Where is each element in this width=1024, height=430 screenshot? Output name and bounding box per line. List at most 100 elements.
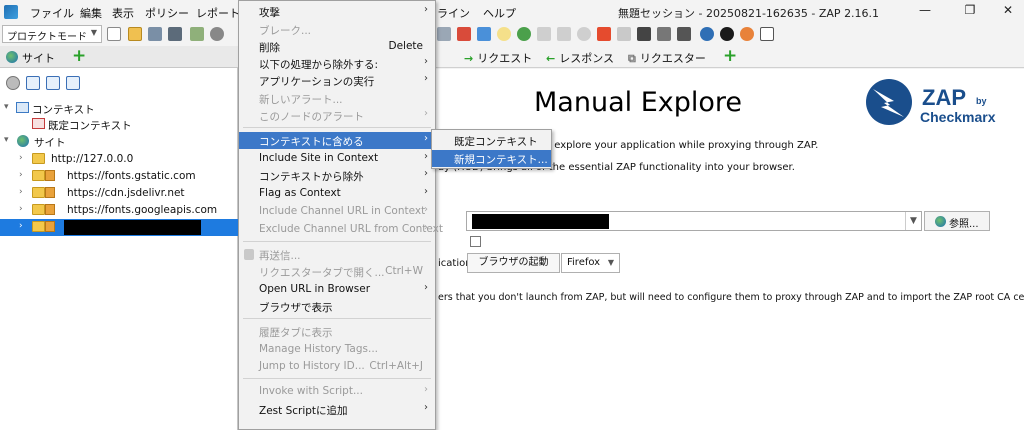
- menu-item-flag-as-context[interactable]: Flag as Context ›: [239, 185, 435, 202]
- grid-icon[interactable]: [637, 27, 651, 41]
- submenu-item-new-context[interactable]: 新規コンテキスト...: [432, 150, 551, 167]
- flag-icon: [45, 221, 55, 232]
- menu-item-show-in-browser[interactable]: ブラウザで表示: [239, 298, 435, 315]
- save-session-icon[interactable]: [148, 27, 162, 41]
- menu-policy[interactable]: ポリシー: [145, 5, 189, 21]
- monitor-icon[interactable]: [657, 27, 671, 41]
- chevron-down-icon[interactable]: ▾: [4, 135, 9, 145]
- tree-node-sites[interactable]: ▾ サイト: [0, 133, 238, 150]
- menu-online[interactable]: ライン: [437, 5, 470, 21]
- logo-zap-text: ZAP: [922, 85, 966, 110]
- options-gear-icon[interactable]: [210, 27, 224, 41]
- chevron-right-icon[interactable]: ›: [19, 221, 23, 231]
- redacted-site-label: [64, 220, 201, 235]
- tree-node-site[interactable]: › https://cdn.jsdelivr.net: [0, 185, 238, 202]
- menu-item-include-in-context[interactable]: コンテキストに含める ›: [239, 132, 435, 149]
- minimize-button[interactable]: —: [910, 3, 940, 21]
- snapshot-icon[interactable]: [168, 27, 182, 41]
- chevron-right-icon[interactable]: ›: [19, 204, 23, 214]
- bulb-icon[interactable]: [497, 27, 511, 41]
- tree-node-site[interactable]: › http://127.0.0.0: [0, 151, 238, 168]
- enable-hud-checkbox[interactable]: [470, 236, 481, 247]
- break-all-icon[interactable]: [517, 27, 531, 41]
- menu-item-exclude-from[interactable]: 以下の処理から除外する: ›: [239, 55, 435, 72]
- chart-icon[interactable]: [457, 27, 471, 41]
- chevron-right-icon[interactable]: ›: [19, 187, 23, 197]
- chevron-down-icon[interactable]: ▾: [4, 102, 9, 112]
- chevron-right-icon[interactable]: ›: [19, 170, 23, 180]
- plus-icon[interactable]: +: [723, 46, 737, 66]
- menu-item-jump-to-history: Jump to History ID... Ctrl+Alt+J: [239, 358, 435, 375]
- firefox-icon[interactable]: [740, 27, 754, 41]
- scan-icon[interactable]: [617, 27, 631, 41]
- menu-item-shortcut: Ctrl+Alt+J: [369, 360, 423, 372]
- mode-select[interactable]: プロテクトモード ▼: [2, 25, 102, 43]
- tree-node-default-context[interactable]: 既定コンテキスト: [0, 116, 238, 133]
- browse-button[interactable]: 参照...: [924, 211, 990, 231]
- menu-item-shortcut: Ctrl+W: [385, 265, 423, 277]
- tab-sites[interactable]: サイト +: [0, 46, 238, 68]
- launch-browser-button[interactable]: ブラウザの起動: [467, 253, 560, 273]
- marketplace-icon[interactable]: [760, 27, 774, 41]
- tab-requester[interactable]: ⧉ リクエスター: [628, 50, 706, 66]
- plus-icon[interactable]: +: [72, 46, 86, 66]
- new-session-icon[interactable]: [107, 27, 121, 41]
- tool-icon[interactable]: [477, 27, 491, 41]
- flag-icon: [45, 170, 55, 181]
- tree-node-site-selected[interactable]: ›: [0, 219, 238, 236]
- stop-icon[interactable]: [597, 27, 611, 41]
- menu-item-label: Zest Scriptに追加: [259, 405, 348, 417]
- restore-button[interactable]: ❐: [955, 3, 985, 21]
- menu-edit[interactable]: 編集: [80, 5, 102, 21]
- menu-item-attack[interactable]: 攻撃 ›: [239, 3, 435, 20]
- proxy-note: ers that you don't launch from ZAP, but …: [438, 292, 1024, 303]
- layout-icon[interactable]: [437, 27, 451, 41]
- session-properties-icon[interactable]: [190, 27, 204, 41]
- context-icon: [16, 102, 29, 113]
- submenu-item-default-context[interactable]: 既定コンテキスト: [432, 132, 551, 149]
- tree-node-site[interactable]: › https://fonts.googleapis.com: [0, 202, 238, 219]
- menu-item-add-to-zest-script[interactable]: Zest Scriptに追加 ›: [239, 401, 435, 418]
- record-icon[interactable]: [6, 76, 20, 90]
- window-title: 無題セッション - 20250821-162635 - ZAP 2.16.1: [618, 7, 880, 20]
- menu-view[interactable]: 表示: [112, 5, 134, 21]
- continue-icon[interactable]: [557, 27, 571, 41]
- menu-file[interactable]: ファイル: [30, 5, 74, 21]
- tree-node-site[interactable]: › https://fonts.gstatic.com: [0, 168, 238, 185]
- step-icon[interactable]: [537, 27, 551, 41]
- help-icon[interactable]: [700, 27, 714, 41]
- export-context-icon[interactable]: [66, 76, 80, 90]
- hud-icon[interactable]: [720, 27, 734, 41]
- menu-item-label: アプリケーションの実行: [259, 76, 375, 88]
- keyboard-icon[interactable]: [677, 27, 691, 41]
- new-context-icon[interactable]: [26, 76, 40, 90]
- menu-item-exclude-from-context[interactable]: コンテキストから除外 ›: [239, 167, 435, 184]
- menu-help[interactable]: ヘルプ: [483, 5, 516, 21]
- chevron-right-icon[interactable]: ›: [19, 153, 23, 163]
- tab-sites-label: サイト: [22, 52, 55, 65]
- menu-item-delete[interactable]: 削除 Delete: [239, 38, 435, 55]
- tree-node-contexts[interactable]: ▾ コンテキスト: [0, 100, 238, 117]
- menu-item-include-site-in-context[interactable]: Include Site in Context ›: [239, 150, 435, 167]
- tree-node-label: サイト: [34, 137, 66, 149]
- context-menu: 攻撃 › ブレーク... 削除 Delete 以下の処理から除外する: › アプリケー…: [238, 0, 443, 430]
- folder-icon: [32, 221, 45, 232]
- url-to-explore-input[interactable]: ▼: [466, 211, 922, 231]
- import-context-icon[interactable]: [46, 76, 60, 90]
- menu-item-label: 削除: [259, 42, 280, 54]
- menu-item-open-url-in-browser[interactable]: Open URL in Browser ›: [239, 281, 435, 298]
- open-session-icon[interactable]: [128, 27, 142, 41]
- menu-report[interactable]: レポート: [196, 5, 240, 21]
- browser-value: Firefox: [567, 257, 601, 268]
- drop-icon[interactable]: [577, 27, 591, 41]
- tab-response[interactable]: ← レスポンス: [546, 50, 614, 66]
- main-toolbar: プロテクトモード ▼: [0, 24, 1024, 44]
- menu-separator: [243, 241, 431, 242]
- close-window-button[interactable]: ✕: [993, 3, 1023, 21]
- menu-item-run-application[interactable]: アプリケーションの実行 ›: [239, 72, 435, 89]
- menu-item-break: ブレーク...: [239, 21, 435, 38]
- menu-item-show-in-history: 履歴タブに表示: [239, 323, 435, 340]
- chevron-down-icon[interactable]: ▼: [905, 212, 921, 230]
- browser-select[interactable]: Firefox ▼: [561, 253, 620, 273]
- tab-request[interactable]: → リクエスト: [464, 50, 532, 66]
